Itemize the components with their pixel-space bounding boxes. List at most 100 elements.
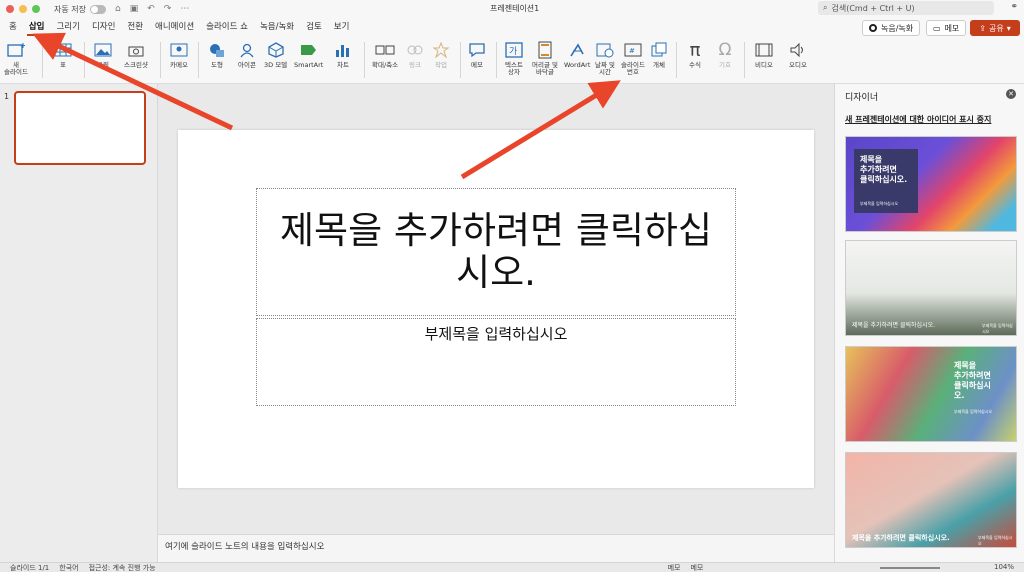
icons-label: 아이콘 [238,61,256,69]
comment-icon: ▭ [933,23,941,33]
insert-ribbon: 새 슬라이드 표 그림 스크린샷 카메오 도형 아이콘 3D 모델 SmartA… [0,38,1024,84]
smartart-label: SmartArt [294,61,324,69]
textbox-button[interactable]: 가 텍스트 상자 [503,40,525,76]
equation-button[interactable]: π 수식 [684,40,706,69]
close-window-button[interactable] [6,5,14,13]
audio-button[interactable]: 오디오 [787,40,809,69]
3d-models-label: 3D 모델 [264,61,288,69]
tab-home[interactable]: 홈 [3,18,23,38]
minimize-window-button[interactable] [19,5,27,13]
header-footer-button[interactable]: 머리글 및 바닥글 [532,40,558,76]
new-slide-button[interactable]: 새 슬라이드 [4,40,28,76]
close-icon[interactable]: ✕ [1006,89,1016,99]
symbol-label: 기호 [719,61,731,69]
design-idea-1-title: 제목을 추가하려면 클릭하십시오. [860,155,908,184]
search-input[interactable]: ⌕ 검색(Cmd + Ctrl + U) [818,1,994,15]
header-footer-label: 머리글 및 바닥글 [532,61,558,76]
ribbon-separator [160,42,161,78]
accessibility-status[interactable]: 접근성: 계속 진행 가능 [89,563,156,572]
zoom-icon [374,40,396,60]
object-button[interactable]: 개체 [648,40,670,69]
title-placeholder[interactable]: 제목을 추가하려면 클릭하십시오. [256,188,736,316]
action-label: 작업 [435,61,447,69]
chart-button[interactable]: 차트 [332,40,354,69]
subtitle-placeholder[interactable]: 부제목을 입력하십시오 [256,318,736,406]
tab-transitions[interactable]: 전환 [121,18,149,38]
tab-animations[interactable]: 애니메이션 [149,18,200,38]
cameo-icon [168,40,190,60]
design-idea-3[interactable]: 제목을 추가하려면 클릭하십시 오. 부제목을 입력하십시오 [845,346,1017,442]
speaker-icon [787,40,809,60]
textbox-icon: 가 [503,40,525,60]
tab-record[interactable]: 녹음/녹화 [254,18,300,38]
tab-design[interactable]: 디자인 [86,18,121,38]
pictures-button[interactable]: 그림 [92,40,114,69]
title-bar: 자동 저장 ⌂ ▣ ↶ ↷ ⋯ 프레젠테이션1 ⌕ 검색(Cmd + Ctrl … [0,0,1024,18]
link-label: 링크 [409,61,421,69]
autosave-label: 자동 저장 [54,4,86,14]
tab-insert[interactable]: 삽입 [23,18,51,38]
design-idea-1[interactable]: 제목을 추가하려면 클릭하십시오. 부제목을 입력하십시오 [845,136,1017,232]
design-idea-2[interactable]: 제목을 추가하려면 클릭하십시오. 부제목을 입력하십시오 [845,240,1017,336]
link-button[interactable]: 링크 [404,40,426,69]
share-button[interactable]: ⇪ 공유 ▾ [970,20,1020,36]
icons-button[interactable]: 아이콘 [236,40,258,69]
slide-number-button[interactable]: # 슬라이드 번호 [621,40,645,76]
wordart-button[interactable]: WordArt [564,40,590,69]
date-time-button[interactable]: 날짜 및 시간 [594,40,616,76]
tab-review[interactable]: 검토 [300,18,328,38]
save-icon[interactable]: ▣ [130,4,139,14]
chart-icon [332,40,354,60]
shapes-button[interactable]: 도형 [206,40,228,69]
chevron-down-icon: ▾ [1006,23,1011,33]
slide[interactable]: 제목을 추가하려면 클릭하십시오. 부제목을 입력하십시오 [178,130,814,488]
autosave-toggle[interactable] [89,4,106,14]
wordart-label: WordArt [564,61,591,69]
design-idea-4-title: 제목을 추가하려면 클릭하십시오. [852,534,950,542]
home-icon[interactable]: ⌂ [115,4,121,14]
zoom-slider[interactable] [880,567,940,569]
tab-view[interactable]: 보기 [328,18,356,38]
date-time-label: 날짜 및 시간 [594,61,615,76]
notes-pane[interactable]: 여기에 슬라이드 노트의 내용을 입력하십시오 [158,534,834,562]
tab-draw[interactable]: 그리기 [50,18,85,38]
pictures-label: 그림 [97,61,109,69]
tab-slideshow[interactable]: 슬라이드 쇼 [200,18,254,38]
undo-icon[interactable]: ↶ [147,4,155,14]
symbol-button[interactable]: Ω 기호 [714,40,736,69]
screenshot-button[interactable]: 스크린샷 [124,40,148,69]
smartart-button[interactable]: SmartArt [294,40,323,69]
video-button[interactable]: 비디오 [753,40,775,69]
account-share-icon[interactable]: ⚭ [1010,2,1018,12]
screenshot-label: 스크린샷 [124,61,148,69]
table-button[interactable]: 표 [52,40,74,69]
chart-label: 차트 [337,61,349,69]
ribbon-separator [460,42,461,78]
record-button[interactable]: 녹음/녹화 [862,20,921,36]
slide-thumbnail[interactable] [14,91,146,165]
zoom-label: 확대/축소 [372,61,399,69]
svg-text:가: 가 [509,46,517,57]
3d-models-button[interactable]: 3D 모델 [264,40,287,69]
more-icon[interactable]: ⋯ [180,4,189,14]
action-button[interactable]: 작업 [430,40,452,69]
notes-toggle[interactable]: 메모 [668,563,681,572]
ribbon-separator [496,42,497,78]
cameo-button[interactable]: 카메오 [168,40,190,69]
comments-toggle[interactable]: 메모 [690,563,703,572]
redo-icon[interactable]: ↷ [164,4,172,14]
video-label: 비디오 [755,61,773,69]
comment-button[interactable]: 메모 [466,40,488,69]
zoom-button[interactable]: 확대/축소 [372,40,398,69]
design-idea-4[interactable]: 제목을 추가하려면 클릭하십시오. 부제목을 입력하십시오 [845,452,1017,548]
slide-count: 슬라이드 1/1 [10,563,50,572]
comments-button[interactable]: ▭ 메모 [926,20,967,36]
ribbon-separator [744,42,745,78]
stop-showing-ideas-link[interactable]: 새 프레젠테이션에 대한 아이디어 표시 중지 [845,114,991,125]
zoom-level[interactable]: 104% [994,563,1014,571]
calendar-clock-icon [594,40,616,60]
zoom-window-button[interactable] [32,5,40,13]
language-indicator[interactable]: 한국어 [59,563,78,572]
pi-icon: π [689,39,701,61]
icons-icon [236,40,258,60]
